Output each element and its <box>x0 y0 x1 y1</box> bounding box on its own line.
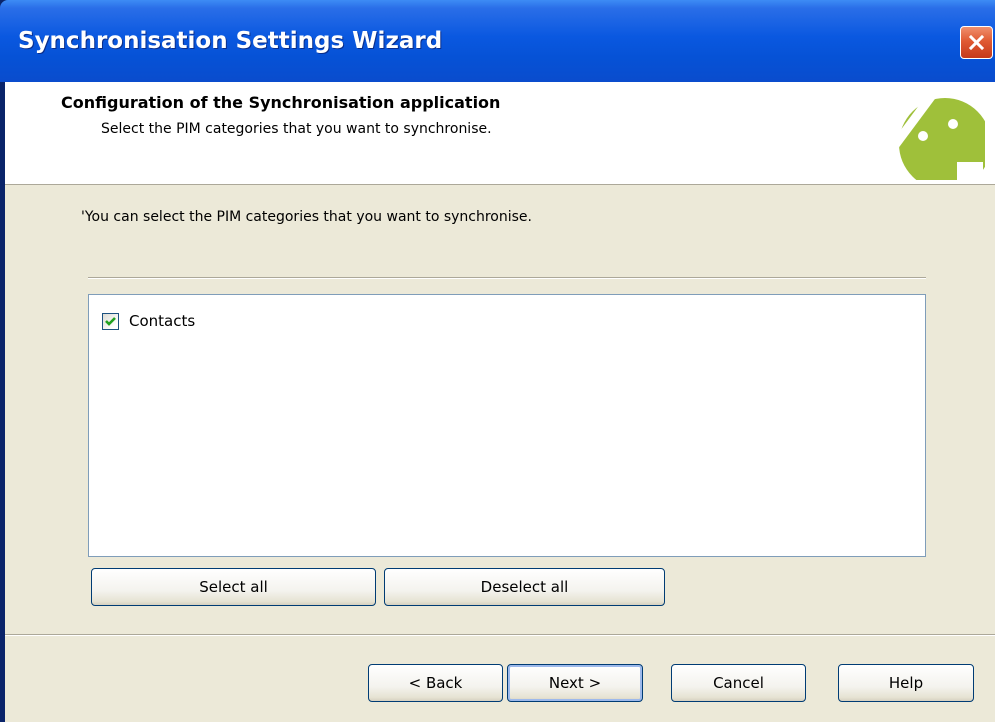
back-button[interactable]: < Back <box>368 664 503 702</box>
close-button[interactable] <box>960 26 993 59</box>
wizard-header: Configuration of the Synchronisation app… <box>5 82 995 185</box>
pim-categories-list[interactable]: Contacts <box>88 294 926 557</box>
divider <box>88 277 926 279</box>
close-icon <box>968 34 985 51</box>
android-logo-icon <box>887 84 985 180</box>
select-all-button[interactable]: Select all <box>91 568 376 606</box>
footer-divider <box>5 634 995 636</box>
instruction-text: 'You can select the PIM categories that … <box>81 209 532 225</box>
wizard-window: Synchronisation Settings Wizard Configur… <box>0 0 995 722</box>
page-title: Configuration of the Synchronisation app… <box>61 93 501 112</box>
list-item-label: Contacts <box>129 312 196 330</box>
title-bar[interactable]: Synchronisation Settings Wizard <box>0 0 995 82</box>
cancel-button[interactable]: Cancel <box>671 664 806 702</box>
window-title: Synchronisation Settings Wizard <box>18 28 443 54</box>
checkmark-icon <box>105 317 116 326</box>
next-button[interactable]: Next > <box>507 664 643 702</box>
help-button[interactable]: Help <box>838 664 974 702</box>
wizard-client-area: Configuration of the Synchronisation app… <box>5 82 995 722</box>
page-subtitle: Select the PIM categories that you want … <box>101 121 492 137</box>
contacts-checkbox[interactable] <box>102 313 119 330</box>
deselect-all-button[interactable]: Deselect all <box>384 568 665 606</box>
